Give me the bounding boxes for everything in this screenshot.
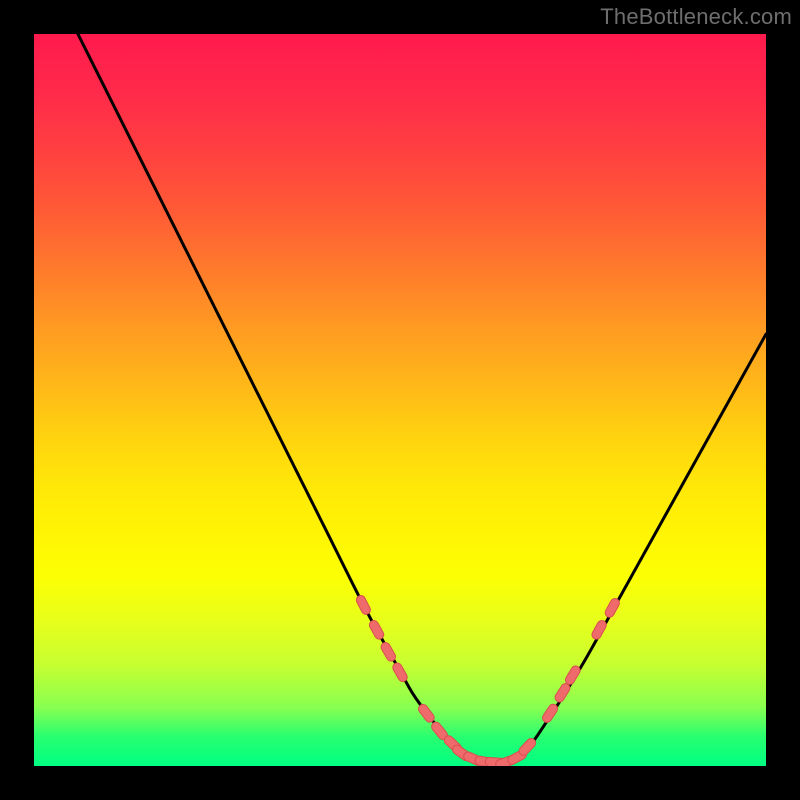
bottleneck-curve-path	[78, 34, 766, 764]
bottleneck-curve	[78, 34, 766, 764]
chart-frame: TheBottleneck.com	[0, 0, 800, 800]
curve-marker	[355, 594, 372, 616]
curve-marker	[604, 597, 621, 619]
curve-markers	[355, 594, 621, 766]
curve-marker	[553, 682, 571, 704]
curve-marker	[379, 641, 397, 663]
curve-marker	[517, 737, 537, 758]
curve-marker	[564, 664, 582, 686]
curve-marker	[417, 703, 436, 724]
curve-marker	[541, 702, 560, 724]
curve-marker	[368, 619, 386, 641]
curve-marker	[590, 619, 608, 641]
watermark-text: TheBottleneck.com	[600, 4, 792, 30]
plot-area	[34, 34, 766, 766]
curve-marker	[391, 661, 409, 683]
curve-layer	[34, 34, 766, 766]
